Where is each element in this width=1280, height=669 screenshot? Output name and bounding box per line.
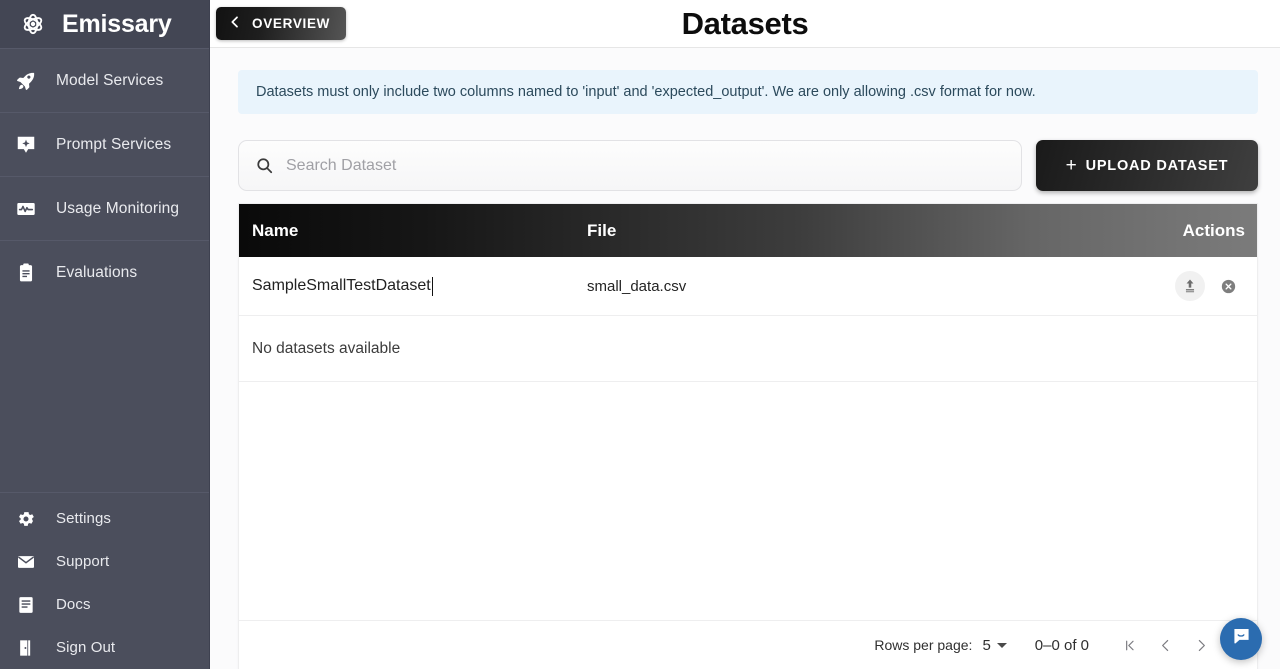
chevron-left-icon: [227, 14, 243, 33]
content-area: Datasets must only include two columns n…: [210, 48, 1280, 669]
text-cursor: [431, 276, 433, 296]
table-row[interactable]: SampleSmallTestDataset small_data.csv: [239, 257, 1257, 316]
sidebar-item-label: Docs: [56, 596, 91, 613]
sidebar-item-usage-monitoring[interactable]: Usage Monitoring: [0, 176, 209, 240]
sidebar-item-model-services[interactable]: Model Services: [0, 48, 209, 112]
clipboard-icon: [14, 261, 38, 285]
info-banner: Datasets must only include two columns n…: [238, 70, 1258, 114]
rows-per-page-label: Rows per page:: [874, 637, 973, 653]
column-header-file: File: [587, 220, 617, 240]
sidebar-item-label: Settings: [56, 510, 111, 527]
search-and-upload-row: + UPLOAD DATASET: [238, 140, 1258, 191]
chat-widget-button[interactable]: [1220, 618, 1262, 660]
sparkle-badge-icon: [14, 133, 38, 157]
search-icon: [255, 156, 274, 175]
chat-bubble-icon: [1230, 625, 1253, 653]
sidebar-item-docs[interactable]: Docs: [0, 583, 209, 626]
overview-back-label: OVERVIEW: [252, 16, 331, 31]
column-header-actions: Actions: [1182, 220, 1245, 240]
table-empty-space: [239, 382, 1257, 621]
rows-per-page-select[interactable]: 5: [982, 636, 1007, 654]
sidebar-item-label: Usage Monitoring: [56, 199, 180, 217]
dataset-name-value: SampleSmallTestDataset: [252, 277, 431, 294]
empty-state-message: No datasets available: [239, 316, 1257, 382]
datasets-table: Name File Actions SampleSmallTestDataset…: [238, 203, 1258, 669]
activity-chart-icon: [14, 197, 38, 221]
brand-name: Emissary: [62, 9, 172, 38]
sidebar-item-sign-out[interactable]: Sign Out: [0, 626, 209, 669]
table-header-row: Name File Actions: [239, 204, 1257, 257]
sidebar-item-label: Support: [56, 553, 110, 570]
row-actions: [1137, 271, 1257, 301]
sidebar-item-prompt-services[interactable]: Prompt Services: [0, 112, 209, 176]
gear-icon: [14, 507, 38, 531]
sidebar-item-label: Evaluations: [56, 263, 138, 281]
atom-flower-logo-icon: [16, 7, 50, 41]
upload-dataset-button[interactable]: + UPLOAD DATASET: [1036, 140, 1258, 191]
sidebar-item-support[interactable]: Support: [0, 540, 209, 583]
sidebar: Emissary Model Services Prompt Services …: [0, 0, 210, 669]
upload-arrow-icon[interactable]: [1175, 271, 1205, 301]
sidebar-item-label: Prompt Services: [56, 135, 172, 153]
sidebar-item-settings[interactable]: Settings: [0, 497, 209, 540]
overview-back-button[interactable]: OVERVIEW: [216, 7, 347, 40]
sidebar-item-label: Sign Out: [56, 639, 116, 656]
page-title: Datasets: [681, 5, 809, 41]
sidebar-primary-nav: Model Services Prompt Services Usage Mon…: [0, 48, 209, 492]
search-box[interactable]: [238, 140, 1022, 191]
sign-out-door-icon: [14, 636, 38, 660]
next-page-icon[interactable]: [1183, 627, 1219, 663]
column-header-name: Name: [252, 220, 299, 240]
table-pagination: Rows per page: 5 0–0 of 0: [239, 621, 1257, 669]
remove-circle-icon[interactable]: [1213, 271, 1243, 301]
search-input[interactable]: [286, 156, 1005, 175]
top-bar: OVERVIEW Datasets: [210, 0, 1280, 48]
dataset-name-cell[interactable]: SampleSmallTestDataset: [239, 276, 587, 296]
upload-dataset-label: UPLOAD DATASET: [1085, 157, 1229, 174]
sidebar-item-evaluations[interactable]: Evaluations: [0, 240, 209, 304]
sidebar-item-label: Model Services: [56, 71, 164, 89]
dataset-file-value: small_data.csv: [587, 277, 687, 295]
rows-per-page-value: 5: [982, 636, 991, 654]
previous-page-icon[interactable]: [1147, 627, 1183, 663]
rocket-icon: [14, 69, 38, 93]
document-lines-icon: [14, 593, 38, 617]
main-area: OVERVIEW Datasets Datasets must only inc…: [210, 0, 1280, 669]
brand-header: Emissary: [0, 0, 209, 48]
plus-icon: +: [1065, 155, 1078, 176]
first-page-icon[interactable]: [1111, 627, 1147, 663]
app-root: Emissary Model Services Prompt Services …: [0, 0, 1280, 669]
chevron-down-icon: [996, 642, 1007, 648]
sidebar-secondary-nav: Settings Support Docs Sign Out: [0, 492, 209, 669]
pagination-range-label: 0–0 of 0: [1034, 636, 1089, 654]
envelope-icon: [14, 550, 38, 574]
